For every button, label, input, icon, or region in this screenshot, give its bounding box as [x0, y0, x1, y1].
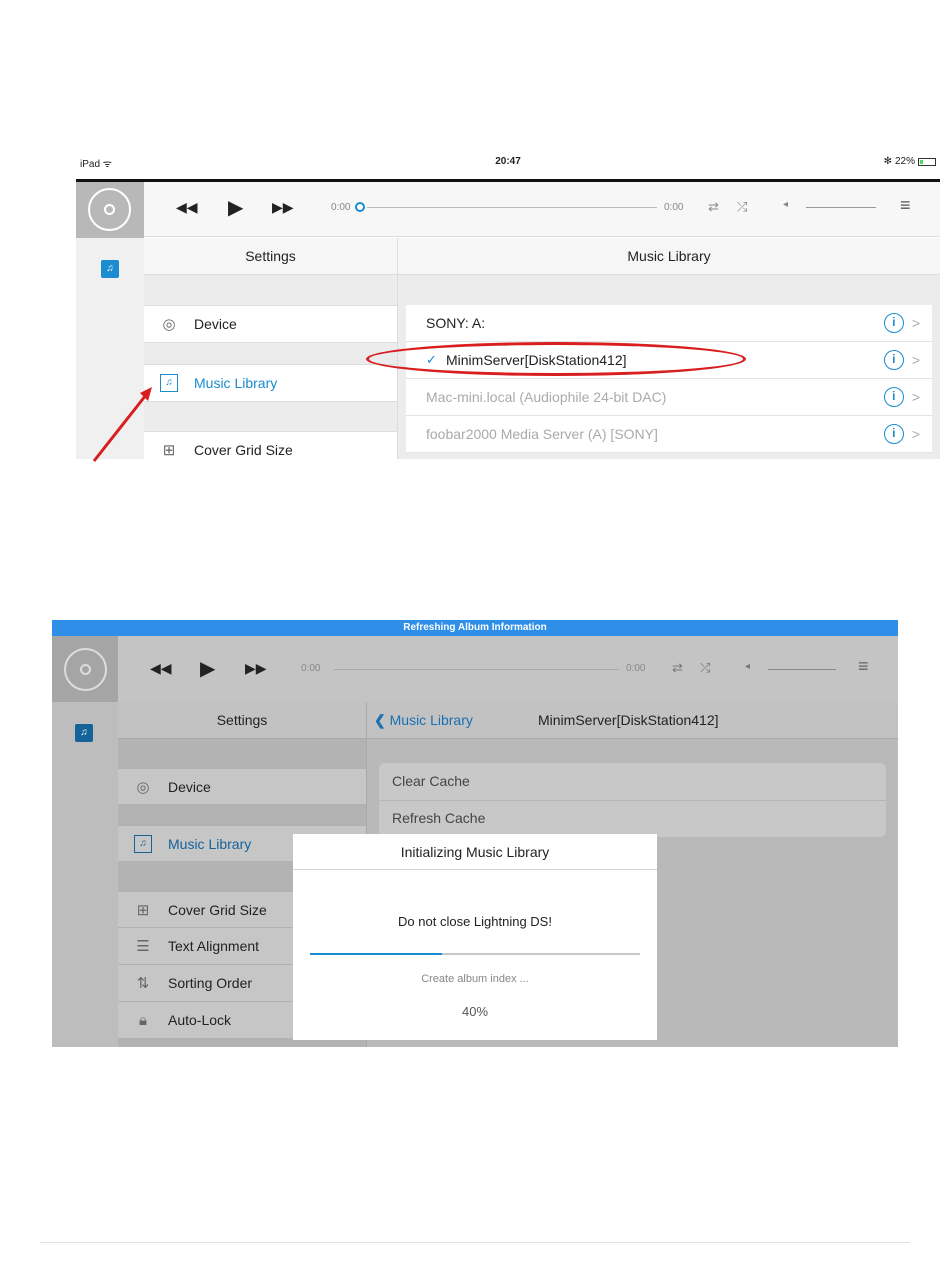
library-header: Music Library [398, 238, 940, 275]
screenshot-initializing-library: Refreshing Album Information ◀◀ ▶ ▶▶ 0:0… [52, 620, 898, 1047]
page-footer-divider [40, 1242, 910, 1243]
settings-item-cover-grid-size[interactable]: ⊞ Cover Grid Size [144, 431, 397, 459]
progress-bar [310, 953, 640, 955]
grid-icon: ⊞ [162, 442, 176, 459]
grid-icon: ⊞ [136, 901, 150, 919]
rewind-icon[interactable]: ◀◀ [176, 199, 198, 216]
bluetooth-icon: ✻ [883, 156, 892, 167]
player-bar: ◀◀ ▶ ▶▶ 0:00 0:00 ⇄ ⤮ ◂ ≡ [76, 182, 940, 240]
progress-fill [310, 953, 442, 955]
remaining-time: 0:00 [664, 202, 684, 213]
now-playing-artwork[interactable] [52, 636, 118, 702]
disc-icon [64, 648, 107, 691]
info-icon[interactable]: i [883, 350, 904, 370]
volume-icon: ◂ [745, 661, 751, 672]
highlight-ellipse [366, 342, 746, 376]
row-divider [379, 800, 886, 801]
music-library-icon[interactable]: ♫ [75, 724, 93, 742]
screenshot-settings-music-library: iPad ᯤ 20:47 ✻ 22% ◀◀ ▶ ▶▶ 0:00 0:00 ⇄ ⤮… [76, 152, 940, 459]
music-library-icon: ♫ [132, 834, 154, 854]
chevron-right-icon: > [911, 352, 920, 368]
back-button[interactable]: ❮ Music Library [374, 712, 473, 729]
volume-icon: ◂ [783, 199, 789, 210]
seek-knob[interactable] [355, 202, 365, 212]
player-bar: ◀◀ ▶ ▶▶ 0:00 0:00 ⇄ ⤮ ◂ ≡ [52, 636, 898, 702]
status-battery: ✻ 22% [884, 156, 936, 167]
battery-icon [918, 157, 936, 166]
play-icon[interactable]: ▶ [228, 195, 243, 220]
status-bar: iPad ᯤ 20:47 ✻ 22% [76, 152, 940, 171]
music-library-icon: ♫ [158, 373, 180, 393]
music-library-icon[interactable]: ♫ [101, 260, 119, 278]
status-time: 20:47 [495, 156, 521, 167]
disc-icon [88, 188, 131, 231]
detail-title: MinimServer[DiskStation412] [538, 712, 719, 728]
info-icon[interactable]: i [883, 313, 904, 333]
server-row[interactable]: foobar2000 Media Server (A) [SONY] i > [406, 416, 932, 453]
chevron-right-icon: > [911, 315, 920, 331]
settings-header: Settings [144, 238, 397, 275]
menu-icon[interactable]: ≡ [858, 656, 869, 677]
remaining-time: 0:00 [626, 663, 646, 674]
fast-forward-icon[interactable]: ▶▶ [272, 199, 294, 216]
seek-track[interactable] [367, 207, 657, 208]
repeat-icon[interactable]: ⇄ [672, 660, 683, 676]
lock-icon: 🔒︎ [139, 1011, 147, 1029]
dialog-title: Initializing Music Library [293, 834, 657, 870]
chevron-left-icon: ❮ [374, 712, 386, 728]
chevron-right-icon: > [911, 426, 920, 442]
settings-item-device[interactable]: ◎ Device [144, 305, 397, 343]
now-playing-artwork[interactable] [76, 182, 144, 240]
info-icon[interactable]: i [883, 424, 904, 444]
settings-item-music-library[interactable]: ♫ Music Library [144, 364, 397, 402]
clear-cache-button[interactable]: Clear Cache [392, 773, 470, 789]
sidebar: ♫ [52, 702, 118, 1047]
repeat-icon[interactable]: ⇄ [708, 199, 719, 215]
initializing-dialog: Initializing Music Library Do not close … [293, 834, 657, 1040]
shuffle-icon[interactable]: ⤮ [700, 660, 710, 676]
chevron-right-icon: > [911, 389, 920, 405]
fast-forward-icon[interactable]: ▶▶ [245, 660, 267, 677]
dialog-message: Do not close Lightning DS! [398, 914, 552, 929]
airplay-icon: ◎ [162, 316, 176, 333]
volume-slider[interactable] [806, 207, 876, 208]
rewind-icon[interactable]: ◀◀ [150, 660, 172, 677]
server-row[interactable]: Mac-mini.local (Audiophile 24-bit DAC) i… [406, 379, 932, 416]
elapsed-time: 0:00 [301, 663, 321, 674]
volume-slider[interactable] [768, 669, 836, 670]
play-icon[interactable]: ▶ [200, 656, 215, 681]
server-row[interactable]: SONY: A: i > [406, 305, 932, 342]
refresh-banner: Refreshing Album Information [52, 620, 898, 636]
info-icon[interactable]: i [883, 387, 904, 407]
settings-item-device[interactable]: ◎ Device [118, 768, 366, 805]
annotation-arrow [92, 387, 152, 462]
text-align-icon: ☰ [136, 938, 150, 955]
sort-icon: ⇅ [136, 975, 150, 992]
progress-percent: 40% [461, 1004, 489, 1019]
airplay-icon: ◎ [136, 778, 150, 796]
seek-track[interactable] [334, 669, 619, 670]
shuffle-icon[interactable]: ⤮ [737, 199, 747, 215]
elapsed-time: 0:00 [331, 202, 351, 213]
refresh-cache-button[interactable]: Refresh Cache [392, 810, 485, 826]
menu-icon[interactable]: ≡ [900, 195, 911, 216]
progress-status: Create album index ... [421, 973, 529, 985]
settings-header: Settings [118, 702, 366, 739]
